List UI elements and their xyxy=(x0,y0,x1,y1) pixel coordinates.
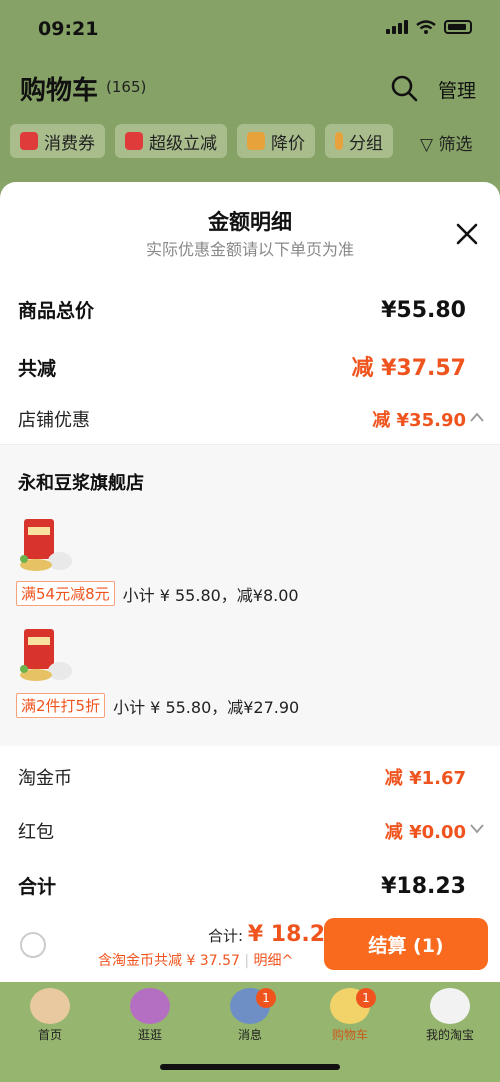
profile-mascot-icon xyxy=(430,988,470,1024)
promo-subtotal: 小计 ¥ 55.80，减¥27.90 xyxy=(113,697,300,717)
checkout-bar: 合计: ¥ 18.23 含淘金币共减 ¥ 37.57 | 明细^ 结算 (1) xyxy=(0,912,500,982)
filter-button[interactable]: ▽ 筛选 xyxy=(420,130,472,155)
filter-label: 筛选 xyxy=(438,135,473,155)
goods-total-label: 商品总价 xyxy=(18,300,95,322)
redpacket-value: 减 ¥0.00 xyxy=(384,822,466,843)
promo-tag: 满2件打5折 xyxy=(16,693,106,718)
store-name: 永和豆浆旗舰店 xyxy=(18,473,144,494)
chip-group[interactable]: 分组 xyxy=(325,124,393,158)
chip-coupon[interactable]: 消费券 xyxy=(10,124,105,158)
product-thumbnail[interactable] xyxy=(16,625,78,687)
promo-line: 满54元减8元 小计 ¥ 55.80，减¥8.00 xyxy=(16,581,299,606)
price-down-icon xyxy=(247,132,265,150)
chevron-down-icon[interactable] xyxy=(470,824,484,834)
goods-total-row: 商品总价 ¥55.80 xyxy=(18,296,466,323)
checkout-total: 合计: ¥ 18.23 xyxy=(208,922,340,947)
status-bar: 09:21 xyxy=(0,0,500,56)
chevron-up-icon[interactable] xyxy=(470,412,484,422)
status-icons xyxy=(386,20,472,34)
cart-count: (165) xyxy=(106,78,147,96)
discount-value: 减 ¥37.57 xyxy=(351,356,466,381)
filter-chips: 消费券 超级立减 降价 分组 xyxy=(10,124,393,158)
redpacket-row[interactable]: 红包 减 ¥0.00 xyxy=(18,818,466,844)
tab-label: 我的淘宝 xyxy=(425,1028,474,1042)
checkout-total-label: 合计: xyxy=(208,927,244,945)
sheet-subtitle: 实际优惠金额请以下单页为准 xyxy=(145,240,354,259)
tab-cart[interactable]: 购物车 1 xyxy=(310,988,390,1043)
goods-total-value: ¥55.80 xyxy=(381,298,466,323)
chip-label: 分组 xyxy=(349,133,383,154)
tab-home[interactable]: 首页 xyxy=(10,988,90,1043)
tab-label: 逛逛 xyxy=(137,1028,162,1042)
tab-label: 购物车 xyxy=(331,1028,368,1042)
search-icon[interactable] xyxy=(390,74,418,102)
tab-label: 消息 xyxy=(237,1028,262,1042)
wifi-icon xyxy=(416,20,436,34)
cellular-signal-icon xyxy=(386,20,408,34)
chip-label: 消费券 xyxy=(44,133,95,154)
coins-row: 淘金币 减 ¥1.67 xyxy=(18,764,466,790)
product-thumbnail[interactable] xyxy=(16,515,78,577)
sheet-title: 金额明细 xyxy=(208,210,292,234)
coin-discount-text: 含淘金币共减 ¥ 37.57 xyxy=(98,953,240,969)
filter-icon: ▽ xyxy=(420,135,434,155)
store-discount-details: 永和豆浆旗舰店 满54元减8元 小计 ¥ 55.80，减¥8.00 满2件打5折… xyxy=(0,444,500,746)
select-all-radio[interactable] xyxy=(20,932,46,958)
home-indicator xyxy=(160,1064,340,1070)
messages-badge: 1 xyxy=(256,988,276,1008)
browse-mascot-icon xyxy=(130,988,170,1024)
battery-icon xyxy=(444,20,472,34)
sum-label: 合计 xyxy=(18,876,57,898)
promo-subtotal: 小计 ¥ 55.80，减¥8.00 xyxy=(122,585,299,605)
redpacket-label: 红包 xyxy=(18,822,54,843)
tab-my-taobao[interactable]: 我的淘宝 xyxy=(410,988,490,1043)
cart-page-background: 09:21 购物车 (165) 管理 消费券 超级立减 降价 分组 ▽ 筛选 xyxy=(0,0,500,182)
store-discount-row[interactable]: 店铺优惠 减 ¥35.90 xyxy=(18,406,466,432)
chip-label: 超级立减 xyxy=(149,133,217,154)
tab-label: 首页 xyxy=(37,1028,62,1042)
coins-label: 淘金币 xyxy=(18,768,72,789)
chip-super-discount[interactable]: 超级立减 xyxy=(115,124,227,158)
chevron-up-icon[interactable]: ^ xyxy=(282,953,294,969)
checkout-button[interactable]: 结算 (1) xyxy=(324,918,488,970)
sum-row: 合计 ¥18.23 xyxy=(18,872,466,899)
detail-link[interactable]: 明细 xyxy=(254,953,282,969)
chip-price-drop[interactable]: 降价 xyxy=(237,124,315,158)
chip-label: 降价 xyxy=(271,133,305,154)
store-discount-label: 店铺优惠 xyxy=(18,410,90,431)
checkout-discount-note: 含淘金币共减 ¥ 37.57 | 明细^ xyxy=(98,950,293,970)
sum-value: ¥18.23 xyxy=(381,874,466,899)
promo-tag: 满54元减8元 xyxy=(16,581,115,606)
home-mascot-icon xyxy=(30,988,70,1024)
tab-browse[interactable]: 逛逛 xyxy=(110,988,190,1043)
status-time: 09:21 xyxy=(38,18,99,40)
divider: | xyxy=(244,953,250,969)
page-title: 购物车 xyxy=(20,76,99,106)
amount-detail-sheet: 金额明细 实际优惠金额请以下单页为准 商品总价 ¥55.80 共减 减 ¥37.… xyxy=(0,182,500,982)
arrow-down-icon xyxy=(125,132,143,150)
cart-badge: 1 xyxy=(356,988,376,1008)
discount-row: 共减 减 ¥37.57 xyxy=(18,350,466,382)
discount-label: 共减 xyxy=(18,358,57,380)
promo-line: 满2件打5折 小计 ¥ 55.80，减¥27.90 xyxy=(16,693,299,718)
coupon-icon xyxy=(20,132,38,150)
tab-messages[interactable]: 消息 1 xyxy=(210,988,290,1043)
close-icon[interactable] xyxy=(455,222,479,246)
store-discount-value: 减 ¥35.90 xyxy=(372,410,466,431)
manage-button[interactable]: 管理 xyxy=(438,76,476,103)
folder-icon xyxy=(335,132,343,150)
coins-value: 减 ¥1.67 xyxy=(384,768,466,789)
